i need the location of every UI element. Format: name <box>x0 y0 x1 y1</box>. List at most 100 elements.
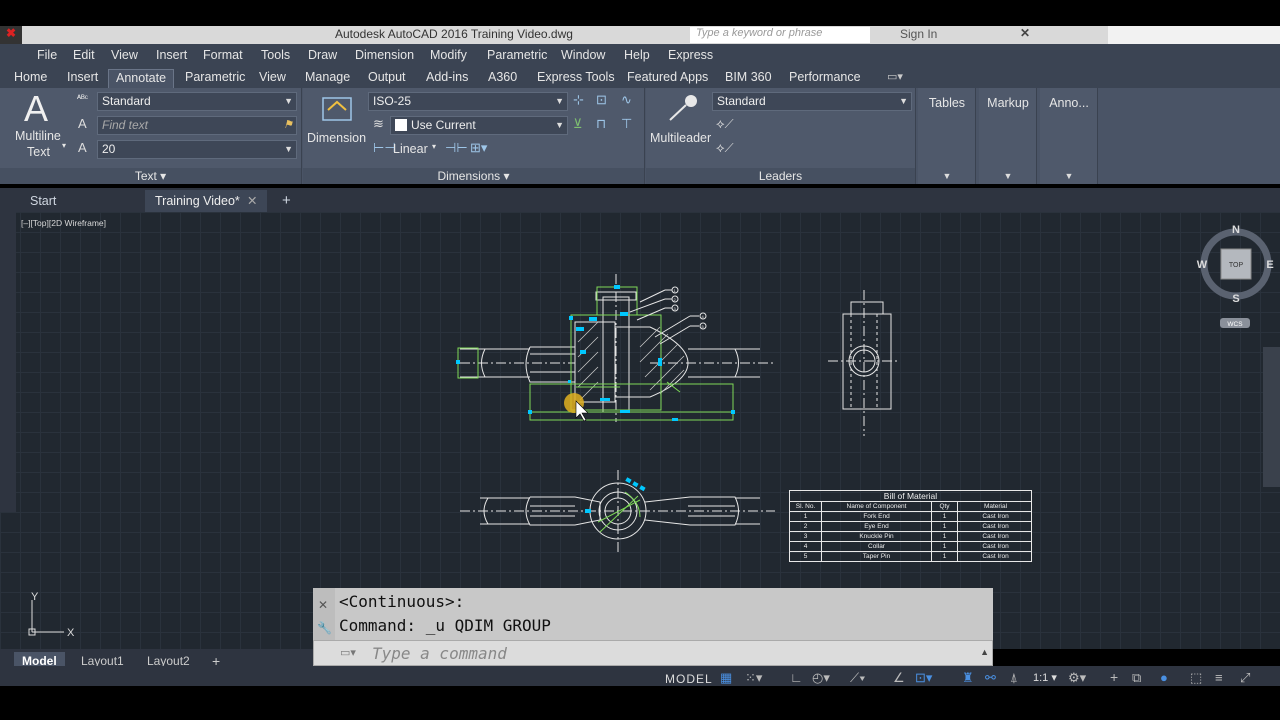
find-replace-icon[interactable]: ⚑ <box>283 117 293 134</box>
find-text-input[interactable]: Find text ⚑ <box>97 116 297 135</box>
leaders-panel-footer[interactable]: Leaders <box>646 168 915 184</box>
model-space-button[interactable]: MODEL <box>665 672 713 686</box>
recent-commands-icon[interactable]: ▲ <box>980 647 989 657</box>
grid-icon[interactable]: ▦ <box>720 670 732 686</box>
draw-toolbar[interactable] <box>0 212 16 512</box>
menu-bar: File Edit View Insert Format Tools Draw … <box>0 44 1280 66</box>
menu-window[interactable]: Window <box>561 48 605 62</box>
menu-draw[interactable]: Draw <box>308 48 337 62</box>
auto-scale-icon[interactable]: ⚯ <box>985 670 996 686</box>
tables-panel[interactable]: Tables ▼ <box>918 88 976 184</box>
tab-view[interactable]: View <box>252 69 293 88</box>
adjust-space-icon[interactable]: ∿ <box>621 92 632 108</box>
tab-featured-apps[interactable]: Featured Apps <box>620 69 715 88</box>
fullscreen-icon[interactable]: ⤢ <box>1240 670 1250 686</box>
annotation-visibility-icon[interactable]: ♜ <box>962 670 974 686</box>
search-input[interactable]: Type a keyword or phrase <box>690 27 870 43</box>
markup-panel[interactable]: Markup ▼ <box>979 88 1037 184</box>
annotation-scale[interactable]: 1:1 ▾ <box>1033 671 1057 684</box>
add-leader-icon[interactable]: ⟡⟋ <box>716 116 734 132</box>
navigation-bar[interactable] <box>1263 347 1280 487</box>
multiline-text-icon[interactable]: A <box>24 88 48 130</box>
ribbon-minimize-icon[interactable]: ▭▾ <box>880 69 910 88</box>
dim-style-dropdown[interactable]: ISO-25 ▼ <box>368 92 568 111</box>
polar-icon[interactable]: ◴▾ <box>812 670 830 686</box>
tab-addins[interactable]: Add-ins <box>419 69 475 88</box>
table-row: 3 Knuckle Pin 1 Cast Iron <box>790 532 1031 542</box>
text-style-dropdown[interactable]: Standard ▼ <box>97 92 297 111</box>
sign-in-link[interactable]: Sign In <box>900 27 937 41</box>
menu-edit[interactable]: Edit <box>73 48 95 62</box>
dimension-label[interactable]: Dimension <box>307 131 366 145</box>
command-input[interactable]: ▭▾ Type a command ▲ <box>313 640 993 666</box>
selection-cycling-icon[interactable]: ⊡▾ <box>915 670 932 686</box>
tab-training-video[interactable]: Training Video* ✕ <box>145 190 267 212</box>
quick-dim-icon[interactable]: ⊹ <box>573 92 584 108</box>
dim-layer-dropdown[interactable]: Use Current ▼ <box>390 116 568 135</box>
new-tab-icon[interactable]: + <box>272 190 300 212</box>
hardware-acceleration-icon[interactable]: ● <box>1160 670 1168 685</box>
annotation-scaling-panel[interactable]: Anno... ▼ <box>1040 88 1098 184</box>
add-icon[interactable]: + <box>1110 669 1118 685</box>
tab-parametric[interactable]: Parametric <box>178 69 252 88</box>
command-prompt-icon[interactable]: ▭▾ <box>340 646 356 659</box>
tab-annotate[interactable]: Annotate <box>108 69 175 88</box>
close-icon[interactable]: ✕ <box>318 598 328 612</box>
tab-start[interactable]: Start <box>20 190 142 212</box>
update-icon[interactable]: ⊤ <box>621 116 632 132</box>
menu-format[interactable]: Format <box>203 48 243 62</box>
menu-parametric[interactable]: Parametric <box>487 48 547 62</box>
close-tab-icon[interactable]: ✕ <box>247 190 257 212</box>
menu-file[interactable]: File <box>37 48 57 62</box>
dimension-icon[interactable] <box>320 92 354 126</box>
dim-jog-icon[interactable]: ⊓ <box>596 116 606 132</box>
dim-break-icon[interactable]: ⊡ <box>596 92 607 108</box>
tab-express-tools[interactable]: Express Tools <box>530 69 622 88</box>
ortho-icon[interactable]: ∟ <box>790 670 803 685</box>
annotation-scale-icon[interactable]: ⍋ <box>1010 670 1018 686</box>
drawing-canvas[interactable]: 1 2 3 4 5 TOP N S E W WCS Y X Bill of Ma… <box>0 212 1280 649</box>
clean-screen-icon[interactable]: ⬚ <box>1190 670 1202 686</box>
inspect-icon[interactable]: ⊻ <box>573 116 583 132</box>
multiline-dropdown-icon[interactable]: ▾ <box>62 141 66 150</box>
tab-home[interactable]: Home <box>7 69 54 88</box>
multiline-text-label[interactable]: Text <box>27 145 50 159</box>
menu-tools[interactable]: Tools <box>261 48 290 62</box>
tab-performance[interactable]: Performance <box>782 69 868 88</box>
osnap-icon[interactable]: ⟋▾ <box>850 670 865 686</box>
dimensions-panel-footer[interactable]: Dimensions ▾ <box>303 168 644 184</box>
text-height-dropdown[interactable]: 20 ▼ <box>97 140 297 159</box>
menu-express[interactable]: Express <box>668 48 713 62</box>
linear-dropdown-icon[interactable]: ▾ <box>432 142 436 151</box>
tab-output[interactable]: Output <box>361 69 413 88</box>
multiline-label[interactable]: Multiline <box>15 129 61 143</box>
viewport-controls[interactable]: [–][Top][2D Wireframe] <box>21 218 106 228</box>
linear-label[interactable]: Linear <box>393 142 428 156</box>
text-panel-footer[interactable]: Text ▾ <box>0 168 301 184</box>
otrack-icon[interactable]: ∠ <box>893 670 905 686</box>
menu-dimension[interactable]: Dimension <box>355 48 414 62</box>
file-tabs: Start Training Video* ✕ + <box>0 188 1280 212</box>
baseline-dim-icon[interactable]: ⊞▾ <box>470 140 487 156</box>
menu-insert[interactable]: Insert <box>156 48 187 62</box>
snap-icon[interactable]: ⁙▾ <box>745 670 762 686</box>
wrench-icon[interactable]: 🔧 <box>317 621 332 635</box>
tab-insert[interactable]: Insert <box>60 69 105 88</box>
gear-icon[interactable]: ⚙▾ <box>1068 670 1086 686</box>
customize-icon[interactable]: ≡ <box>1215 670 1223 685</box>
tab-manage[interactable]: Manage <box>298 69 357 88</box>
tab-a360[interactable]: A360 <box>481 69 524 88</box>
continue-dim-icon[interactable]: ⊣⊢ <box>445 140 468 156</box>
leader-style-dropdown[interactable]: Standard ▼ <box>712 92 912 111</box>
menu-help[interactable]: Help <box>624 48 650 62</box>
menu-view[interactable]: View <box>111 48 138 62</box>
multileader-label[interactable]: Multileader <box>650 131 711 145</box>
multileader-icon[interactable] <box>664 94 698 124</box>
app-menu-icon[interactable]: ✖ <box>0 26 22 44</box>
viewcube[interactable]: TOP N S E W WCS <box>1195 220 1280 330</box>
align-leader-icon[interactable]: ⟡⟋ <box>716 140 734 156</box>
isolate-icon[interactable]: ⧉ <box>1132 670 1141 686</box>
menu-modify[interactable]: Modify <box>430 48 467 62</box>
exchange-icon[interactable]: ✕ <box>1020 26 1030 40</box>
tab-bim360[interactable]: BIM 360 <box>718 69 779 88</box>
